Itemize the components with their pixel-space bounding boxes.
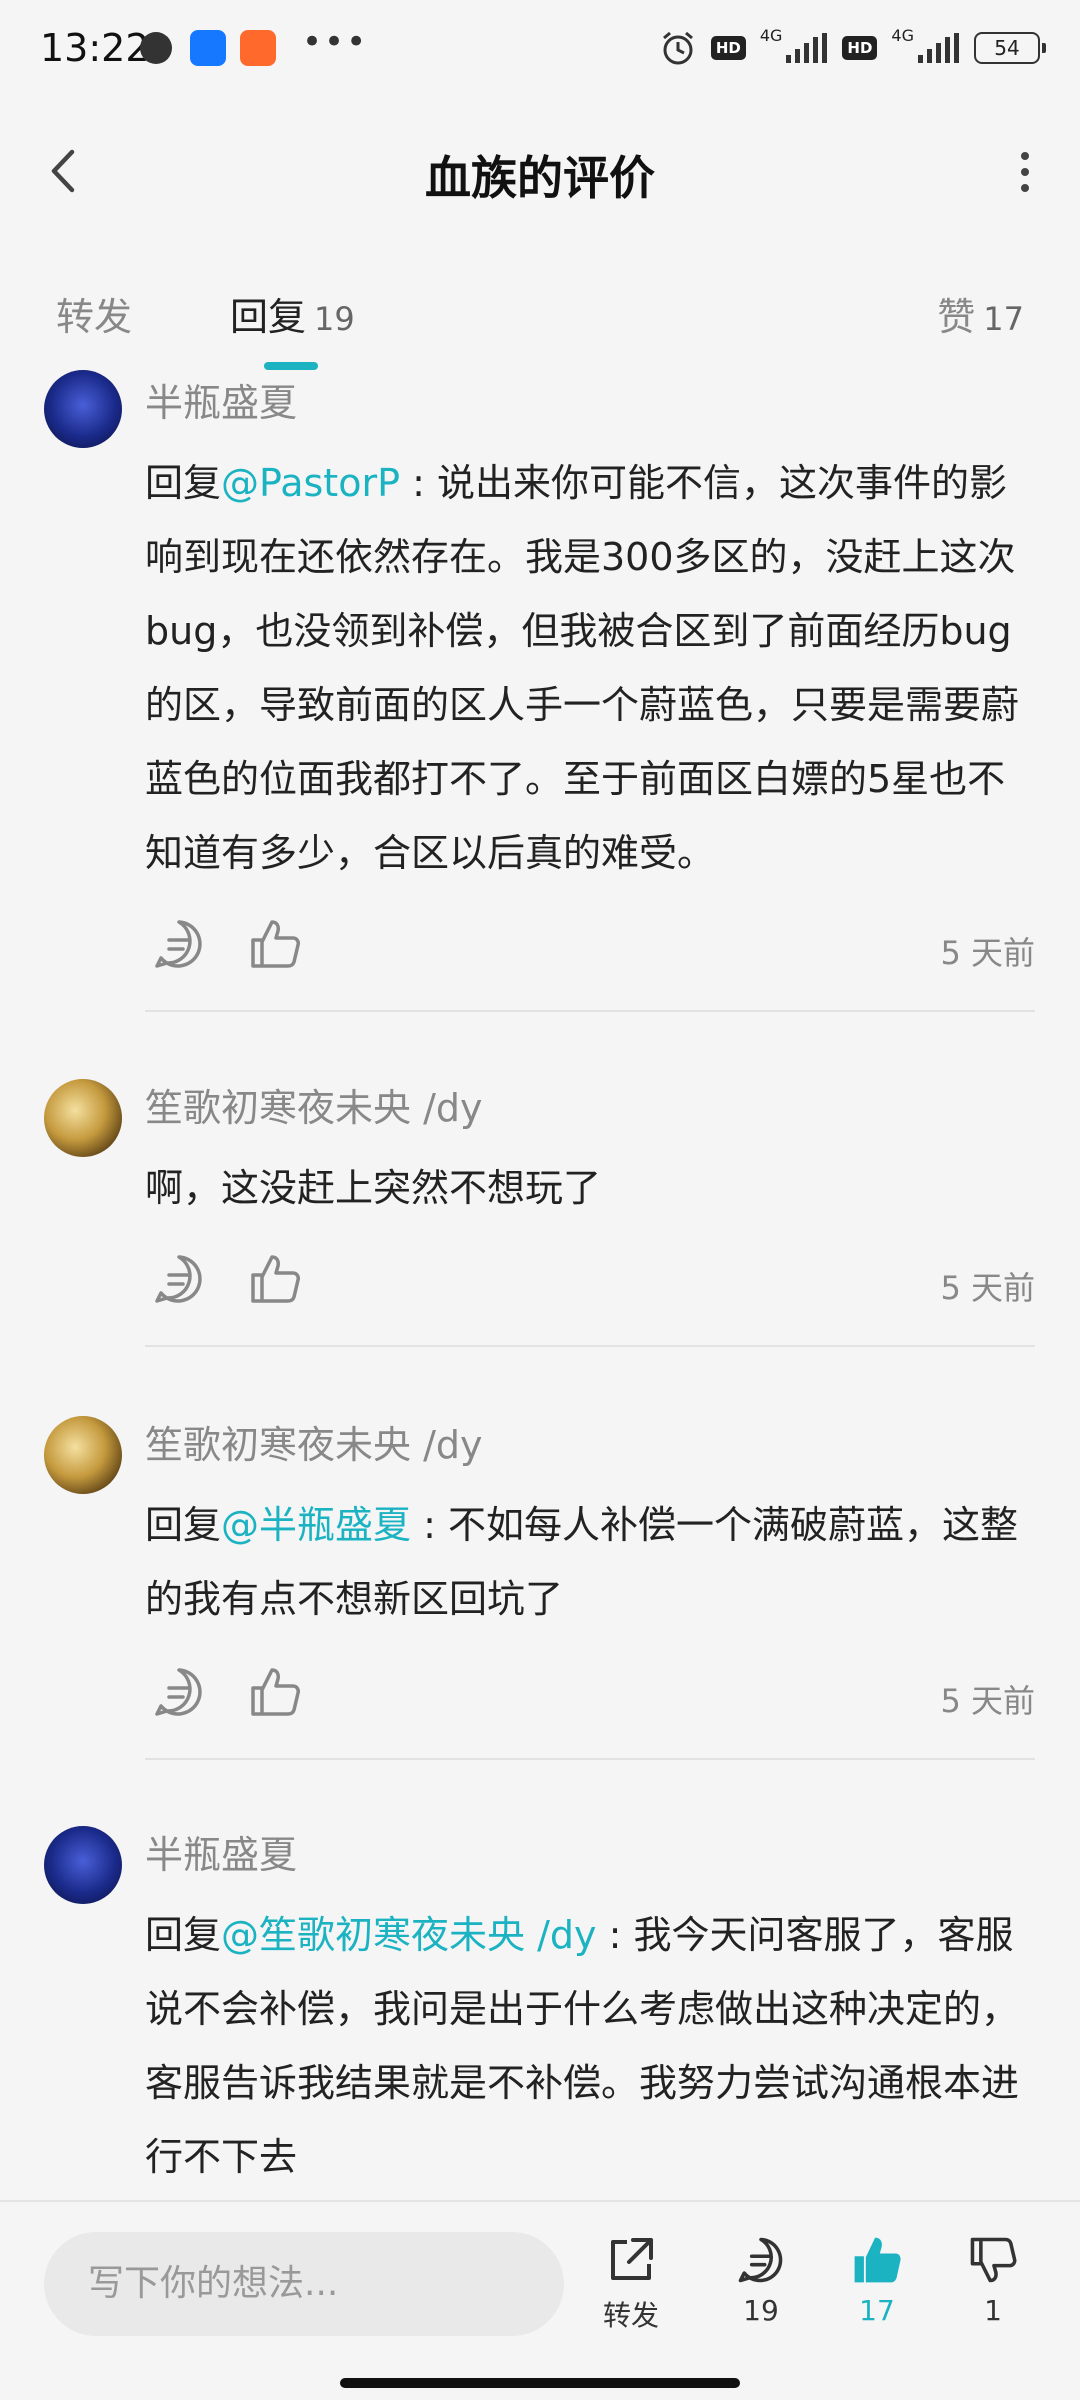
reply-count: 19 <box>743 2294 779 2327</box>
alarm-icon <box>662 31 693 65</box>
comment-actions: 5 天前 <box>145 1249 1035 1313</box>
tab-repost[interactable]: 转发 <box>56 286 132 341</box>
like-icon[interactable] <box>245 1249 305 1309</box>
comment-username[interactable]: 半瓶盛夏 <box>145 1824 297 1879</box>
like-icon[interactable] <box>245 914 305 974</box>
comment-username[interactable]: 半瓶盛夏 <box>145 372 297 427</box>
reply-button[interactable]: 19 <box>706 2232 816 2327</box>
like-button[interactable]: 17 <box>822 2232 932 2327</box>
network-type-2: 4G <box>891 26 914 45</box>
comment-text: 回复@半瓶盛夏 : 不如每人补偿一个满破蔚蓝，这整的我有点不想新区回坑了 <box>145 1488 1035 1636</box>
divider <box>145 1010 1035 1012</box>
tab-replies-label: 回复 <box>230 295 307 339</box>
signal-icon-1 <box>786 33 828 63</box>
status-right: HD 4G HD 4G 54 <box>659 26 1046 70</box>
divider <box>145 1345 1035 1347</box>
header: 血族的评价 <box>0 130 1080 214</box>
thumbs-down-icon <box>970 2237 1017 2283</box>
comment-icon <box>738 2237 783 2283</box>
mention-link[interactable]: @笙歌初寒夜未央 /dy <box>221 1913 597 1957</box>
share-icon <box>611 2238 653 2280</box>
like-icon[interactable] <box>245 1662 305 1722</box>
clock-app-icon <box>140 32 172 64</box>
network-type-1: 4G <box>759 26 783 45</box>
shopping-app-icon <box>240 30 276 66</box>
thumbs-up-filled-icon <box>854 2237 901 2283</box>
comment-reply-icon[interactable] <box>149 914 209 974</box>
mention-link[interactable]: @半瓶盛夏 <box>221 1503 411 1547</box>
tab-likes-count: 17 <box>983 300 1024 338</box>
mention-link[interactable]: @PastorP <box>221 461 400 505</box>
comment-text: 啊，这没赶上突然不想玩了 <box>145 1151 1035 1225</box>
more-notifications-icon: ••• <box>302 22 369 62</box>
tab-likes-label: 赞 <box>937 295 976 339</box>
hd-badge-2: HD <box>842 36 878 60</box>
reply-separator: : <box>400 461 437 505</box>
battery-level: 54 <box>994 36 1020 60</box>
comment-text: 回复@PastorP : 说出来你可能不信，这次事件的影响到现在还依然存在。我是… <box>145 446 1035 890</box>
comment-reply-icon[interactable] <box>149 1662 209 1722</box>
tab-replies[interactable]: 回复 19 <box>230 286 355 341</box>
status-time: 13:22 <box>40 26 150 70</box>
tab-likes[interactable]: 赞 17 <box>937 286 1024 341</box>
reply-separator: : <box>596 1913 634 1957</box>
comment-body: 说出来你可能不信，这次事件的影响到现在还依然存在。我是300多区的，没赶上这次b… <box>145 461 1020 875</box>
avatar[interactable] <box>44 370 122 448</box>
dislike-count: 1 <box>984 2294 1002 2327</box>
bottom-action-bar: 写下你的想法... 转发 19 17 1 <box>0 2200 1080 2400</box>
tab-active-indicator <box>264 362 318 370</box>
dislike-button[interactable]: 1 <box>938 2232 1048 2327</box>
reply-prefix: 回复 <box>145 461 222 505</box>
comment-time: 5 天前 <box>940 1269 1035 1307</box>
reply-separator: : <box>411 1503 448 1547</box>
reply-prefix: 回复 <box>145 1913 222 1957</box>
signal-icon-2 <box>918 33 959 63</box>
divider <box>145 1758 1035 1760</box>
comment-reply-icon[interactable] <box>149 1249 209 1309</box>
comment-text: 回复@笙歌初寒夜未央 /dy : 我今天问客服了，客服说不会补偿，我问是出于什么… <box>145 1898 1035 2194</box>
comment-username[interactable]: 笙歌初寒夜未央 /dy <box>145 1414 483 1469</box>
avatar[interactable] <box>44 1416 122 1494</box>
home-indicator[interactable] <box>340 2378 740 2388</box>
alipay-app-icon <box>190 30 226 66</box>
tab-bar: 转发 回复 19 赞 17 <box>0 280 1080 370</box>
comment-body: 啊，这没赶上突然不想玩了 <box>145 1166 602 1210</box>
page-title: 血族的评价 <box>425 151 655 205</box>
comment-username[interactable]: 笙歌初寒夜未央 /dy <box>145 1077 483 1132</box>
tab-replies-count: 19 <box>314 300 355 338</box>
status-bar: 13:22 ••• HD 4G HD 4G 54 <box>0 0 1080 96</box>
comment-time: 5 天前 <box>940 1682 1035 1720</box>
comment-time: 5 天前 <box>940 934 1035 972</box>
avatar[interactable] <box>44 1079 122 1157</box>
repost-button[interactable]: 转发 <box>576 2232 686 2334</box>
comment-actions: 5 天前 <box>145 914 1035 978</box>
like-count: 17 <box>859 2294 895 2327</box>
comment-actions: 5 天前 <box>145 1662 1035 1726</box>
repost-label: 转发 <box>602 2299 659 2332</box>
avatar[interactable] <box>44 1826 122 1904</box>
comment-input[interactable]: 写下你的想法... <box>44 2232 564 2336</box>
hd-badge-1: HD <box>710 36 746 60</box>
battery-icon: 54 <box>974 32 1046 64</box>
reply-prefix: 回复 <box>145 1503 222 1547</box>
more-options-icon[interactable] <box>1010 144 1040 200</box>
tab-repost-label: 转发 <box>56 295 133 339</box>
